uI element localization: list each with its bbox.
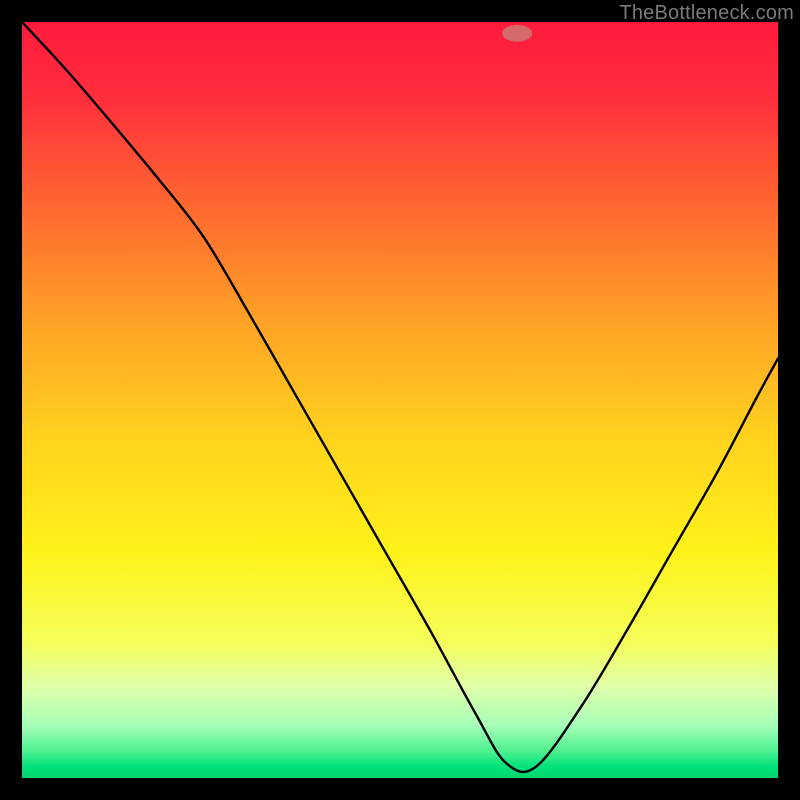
optimal-marker	[502, 25, 532, 42]
watermark-text: TheBottleneck.com	[619, 2, 794, 25]
plot-frame	[22, 22, 778, 778]
gradient-background	[22, 22, 778, 778]
chart-container: TheBottleneck.com	[0, 0, 800, 800]
optimal-marker-ellipse	[502, 25, 532, 42]
plot-svg	[22, 22, 778, 778]
